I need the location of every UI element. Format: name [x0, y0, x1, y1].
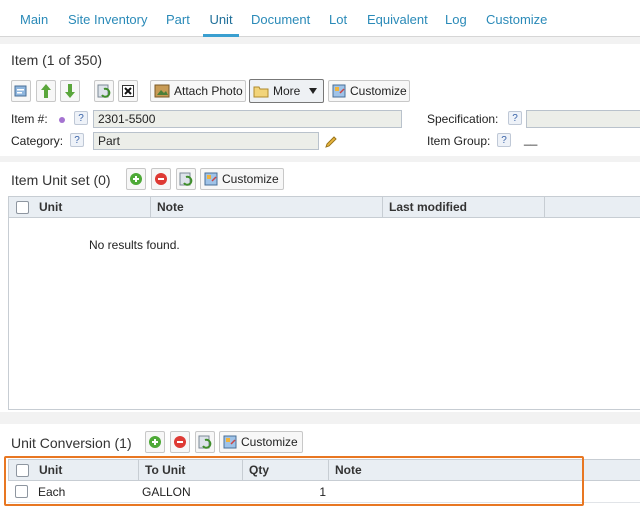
- help-icon[interactable]: ?: [497, 133, 511, 147]
- tab-site-inventory[interactable]: Site Inventory: [68, 0, 148, 37]
- delete-button[interactable]: [118, 80, 138, 102]
- caret-down-icon: [309, 88, 318, 94]
- refresh-button[interactable]: [195, 431, 215, 453]
- help-icon[interactable]: ?: [70, 133, 84, 147]
- specification-label: Specification:: [427, 112, 499, 126]
- remove-button[interactable]: [151, 168, 171, 190]
- item-number-label: Item #:: [11, 112, 48, 126]
- minus-circle-icon: [174, 436, 186, 448]
- refresh-button[interactable]: [176, 168, 196, 190]
- specification-field[interactable]: [526, 110, 640, 128]
- customize-button[interactable]: Customize: [200, 168, 284, 190]
- item-number-field[interactable]: 2301-5500: [93, 110, 402, 128]
- customize-icon: [204, 172, 218, 186]
- edit-button[interactable]: [11, 80, 31, 102]
- customize-label: Customize: [350, 84, 407, 98]
- photo-icon: [154, 84, 170, 98]
- plus-circle-icon: [149, 436, 161, 448]
- unit-set-panel: Item Unit set (0) Customize Unit Note La…: [0, 162, 640, 412]
- minus-circle-icon: [155, 173, 167, 185]
- tab-log[interactable]: Log: [445, 0, 467, 37]
- item-group-label: Item Group:: [427, 134, 491, 148]
- refresh-icon: [179, 172, 193, 186]
- category-field[interactable]: Part: [93, 132, 319, 150]
- item-panel: Item (1 of 350) Attach Photo More Custom…: [0, 44, 640, 156]
- customize-icon: [332, 84, 346, 98]
- tab-equivalent[interactable]: Equivalent: [367, 0, 428, 37]
- folder-icon: [253, 86, 269, 98]
- arrow-down-icon: [65, 84, 75, 98]
- tab-part[interactable]: Part: [166, 0, 190, 37]
- empty-message: No results found.: [89, 238, 180, 252]
- unit-set-grid-header: Unit Note Last modified: [8, 196, 640, 218]
- column-note[interactable]: Note: [151, 197, 383, 217]
- tab-document[interactable]: Document: [251, 0, 310, 37]
- column-last-modified[interactable]: Last modified: [383, 197, 545, 217]
- pencil-icon[interactable]: [324, 135, 338, 149]
- unit-set-grid-body: No results found.: [8, 218, 640, 410]
- tab-customize[interactable]: Customize: [486, 0, 547, 37]
- attach-photo-button[interactable]: Attach Photo: [150, 80, 246, 102]
- customize-label: Customize: [241, 435, 298, 449]
- attach-photo-label: Attach Photo: [174, 84, 243, 98]
- customize-button[interactable]: Customize: [219, 431, 303, 453]
- more-label: More: [273, 84, 301, 98]
- remove-button[interactable]: [170, 431, 190, 453]
- customize-button[interactable]: Customize: [328, 80, 410, 102]
- unit-conversion-title: Unit Conversion (1): [11, 435, 132, 451]
- refresh-icon: [198, 435, 212, 449]
- more-dropdown[interactable]: More: [249, 79, 324, 103]
- category-label: Category:: [11, 134, 64, 148]
- item-title: Item (1 of 350): [11, 52, 103, 68]
- highlight-box: [4, 456, 584, 506]
- unit-conversion-panel: Unit Conversion (1) Customize Unit To Un…: [0, 424, 640, 517]
- customize-icon: [223, 435, 237, 449]
- move-up-button[interactable]: [36, 80, 56, 102]
- tab-unit[interactable]: Unit: [203, 0, 239, 37]
- plus-circle-icon: [130, 173, 142, 185]
- edit-icon: [14, 85, 27, 97]
- select-all-checkbox[interactable]: [16, 201, 29, 214]
- add-button[interactable]: [126, 168, 146, 190]
- column-unit[interactable]: Unit: [33, 197, 151, 217]
- customize-label: Customize: [222, 172, 279, 186]
- close-icon: [122, 85, 134, 97]
- help-icon[interactable]: ?: [508, 111, 522, 125]
- move-down-button[interactable]: [60, 80, 80, 102]
- refresh-button[interactable]: [94, 80, 114, 102]
- help-icon[interactable]: ?: [74, 111, 88, 125]
- item-group-value: __: [524, 132, 538, 146]
- refresh-icon: [97, 84, 111, 98]
- tab-lot[interactable]: Lot: [329, 0, 347, 37]
- arrow-up-icon: [41, 84, 51, 98]
- add-button[interactable]: [145, 431, 165, 453]
- tab-bar: Main Site Inventory Part Unit Document L…: [0, 0, 640, 37]
- tab-main[interactable]: Main: [20, 0, 48, 37]
- unit-set-title: Item Unit set (0): [11, 172, 111, 188]
- required-dot-icon: [59, 117, 65, 123]
